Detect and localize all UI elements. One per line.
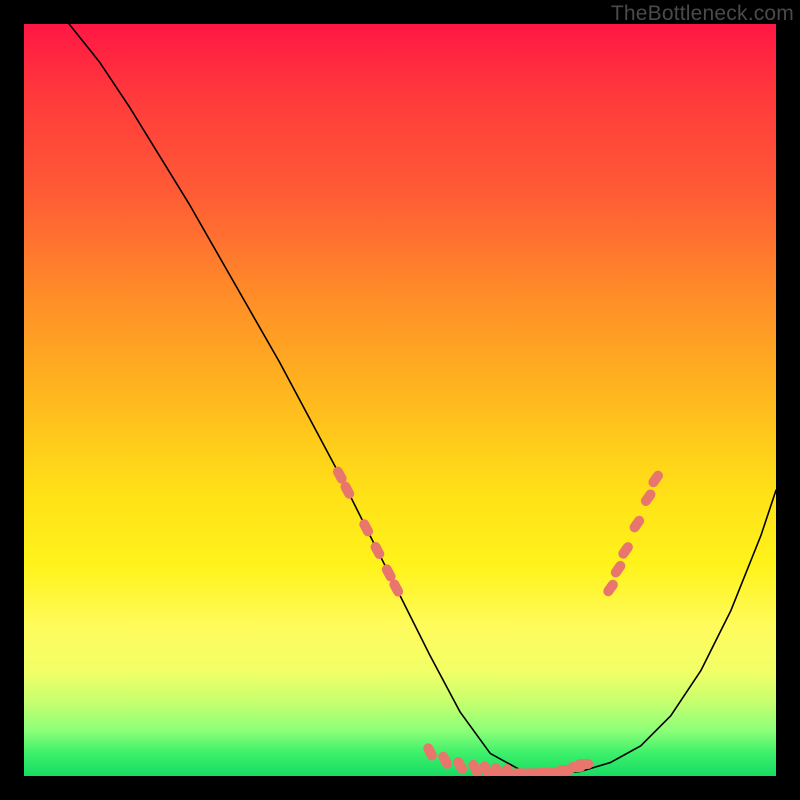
- chart-frame: TheBottleneck.com: [0, 0, 800, 800]
- bottleneck-curve: [69, 24, 776, 774]
- highlight-dot: [616, 540, 635, 560]
- chart-svg: [24, 24, 776, 776]
- plot-area: [24, 24, 776, 776]
- highlight-markers: [331, 465, 665, 776]
- highlight-dot: [646, 469, 665, 489]
- highlight-dot: [628, 514, 647, 534]
- highlight-dot: [369, 540, 386, 561]
- highlight-dot: [601, 578, 620, 598]
- watermark-text: TheBottleneck.com: [611, 2, 794, 26]
- highlight-dot: [639, 488, 658, 508]
- highlight-dot: [436, 750, 453, 771]
- highlight-dot: [575, 759, 593, 769]
- highlight-dot: [358, 518, 375, 539]
- highlight-dot: [609, 559, 628, 579]
- highlight-dot: [421, 742, 438, 763]
- highlight-dot: [452, 755, 469, 776]
